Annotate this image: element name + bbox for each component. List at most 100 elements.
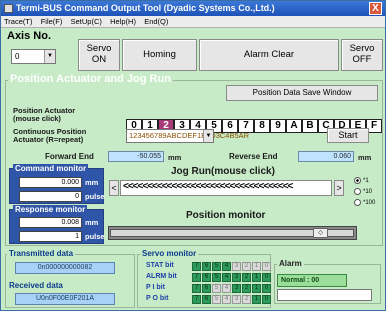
servo-bit: 6	[202, 284, 211, 293]
servo-bit: 2	[242, 273, 251, 282]
app-icon	[4, 4, 13, 13]
homing-button[interactable]: Homing	[122, 39, 197, 71]
speed-option-100[interactable]: *100	[354, 199, 375, 206]
jog-bar[interactable]: <<<<<<<<<<<<<<<<<<<<<<<<<<<<<<<<<<<	[120, 180, 332, 196]
response-mm-unit: mm	[85, 218, 99, 227]
continuous-position-value: 123456789ABCDEF1E2D3C4B5AR	[129, 131, 250, 140]
servo-bit: 5	[212, 262, 221, 271]
servo-bit: 1	[252, 262, 261, 271]
menu-end[interactable]: End(Q)	[141, 16, 171, 28]
radio-icon	[354, 177, 361, 184]
position-cell[interactable]: B	[302, 119, 318, 133]
section-title: Position Actuator and Jog Run	[8, 73, 173, 85]
servo-bit: 4	[222, 262, 231, 271]
servo-bit: 2	[242, 295, 251, 304]
jog-arrows: <<<<<<<<<<<<<<<<<<<<<<<<<<<<<<<<<<<	[123, 181, 293, 192]
continuous-position-input[interactable]: 123456789ABCDEF1E2D3C4B5AR ▼	[126, 129, 249, 143]
speed-option-10[interactable]: *10	[354, 188, 372, 195]
axis-label: Axis No.	[7, 30, 52, 42]
servo-bit: 7	[192, 284, 201, 293]
alarm-title: Alarm	[277, 259, 304, 268]
received-title: Received data	[7, 281, 65, 290]
reverse-end-label: Reverse End	[229, 152, 278, 161]
position-monitor-track: ◇	[108, 226, 357, 240]
servo-bit: 6	[202, 273, 211, 282]
axis-selector: Axis No. 0 ▼	[7, 30, 77, 68]
servo-bit: 5	[212, 273, 221, 282]
position-actuator-label: Position Actuator (mouse click)	[13, 106, 76, 123]
servo-bit: 4	[222, 284, 231, 293]
servo-bit: 3	[232, 295, 241, 304]
servo-bit: 0	[262, 262, 271, 271]
chevron-down-icon: ▼	[203, 130, 213, 142]
servo-bit: 0	[262, 295, 271, 304]
position-data-save-button[interactable]: Position Data Save Window	[226, 85, 378, 101]
response-mm-value: 0.008	[19, 217, 82, 228]
servo-bit: 3	[232, 273, 241, 282]
axis-value: 0	[15, 52, 20, 61]
servo-bit: 3	[232, 284, 241, 293]
command-monitor-title: Command monitor	[13, 164, 89, 173]
position-monitor-title: Position monitor	[186, 210, 266, 221]
command-pulse-value: 0	[19, 191, 82, 202]
menu-help[interactable]: Help(H)	[107, 16, 139, 28]
servo-bit: 5	[212, 295, 221, 304]
menu-trace[interactable]: Trace(T)	[1, 16, 35, 28]
radio-icon	[354, 188, 361, 195]
alarm-detail	[277, 289, 372, 301]
servo-bit-row: 76543210	[192, 295, 271, 304]
speed-option-1[interactable]: *1	[354, 177, 369, 184]
menu-file[interactable]: File(F)	[38, 16, 66, 28]
menu-bar: Trace(T) File(F) SetUp(C) Help(H) End(Q)	[1, 16, 385, 28]
servo-bit: 4	[222, 273, 231, 282]
servo-bit: 0	[262, 284, 271, 293]
forward-end-label: Forward End	[45, 152, 94, 161]
position-monitor-slider: ◇	[313, 228, 328, 238]
close-button[interactable]: X	[369, 2, 382, 15]
servo-row-label: P O bit	[146, 295, 169, 302]
alarm-clear-button[interactable]: Alarm Clear	[199, 39, 339, 71]
app-window: Termi-BUS Command Output Tool (Dyadic Sy…	[0, 0, 386, 311]
servo-bit: 5	[212, 284, 221, 293]
servo-row-label: STAT bit	[146, 262, 174, 269]
position-cell[interactable]: 9	[270, 119, 286, 133]
servo-bit: 2	[242, 284, 251, 293]
position-cell[interactable]: A	[286, 119, 302, 133]
jog-title: Jog Run(mouse click)	[171, 166, 275, 177]
servo-row-label: ALRM bit	[146, 273, 177, 280]
servo-bit-row: 76543210	[192, 262, 271, 271]
transmitted-title: Transmitted data	[7, 249, 76, 258]
jog-right-button[interactable]: >	[334, 180, 344, 196]
servo-bit: 1	[252, 284, 261, 293]
servo-bit: 2	[242, 262, 251, 271]
servo-bit: 0	[262, 273, 271, 282]
servo-bit-row: 76543210	[192, 284, 271, 293]
servo-on-button[interactable]: Servo ON	[78, 39, 120, 71]
servo-bit: 6	[202, 295, 211, 304]
servo-bit: 3	[232, 262, 241, 271]
position-cell[interactable]: 8	[254, 119, 270, 133]
servo-bit: 4	[222, 295, 231, 304]
response-monitor-title: Response monitor	[13, 205, 88, 214]
window-title: Termi-BUS Command Output Tool (Dyadic Sy…	[16, 3, 275, 13]
transmitted-value: 0n000000000082	[15, 262, 115, 274]
chevron-down-icon: ▼	[44, 50, 55, 63]
servo-bit: 6	[202, 262, 211, 271]
alarm-status: Normal : 00	[277, 274, 347, 287]
jog-left-button[interactable]: <	[109, 180, 119, 196]
title-bar: Termi-BUS Command Output Tool (Dyadic Sy…	[1, 1, 385, 16]
command-mm-unit: mm	[85, 178, 99, 187]
command-monitor: Command monitor 0.000 mm 0 pulse	[9, 164, 105, 204]
servo-off-button[interactable]: Servo OFF	[341, 39, 383, 71]
servo-bit: 7	[192, 273, 201, 282]
menu-setup[interactable]: SetUp(C)	[68, 16, 105, 28]
servo-bit-row: 76543210	[192, 273, 271, 282]
axis-dropdown[interactable]: 0 ▼	[11, 49, 56, 64]
reverse-end-unit: mm	[358, 153, 372, 162]
reverse-end-value: 0.060	[298, 151, 354, 162]
response-pulse-unit: pulse	[85, 232, 105, 241]
response-pulse-value: 1	[19, 231, 82, 242]
response-monitor: Response monitor 0.008 mm 1 pulse	[9, 205, 105, 244]
servo-bit: 7	[192, 262, 201, 271]
start-button[interactable]: Start	[327, 128, 369, 143]
